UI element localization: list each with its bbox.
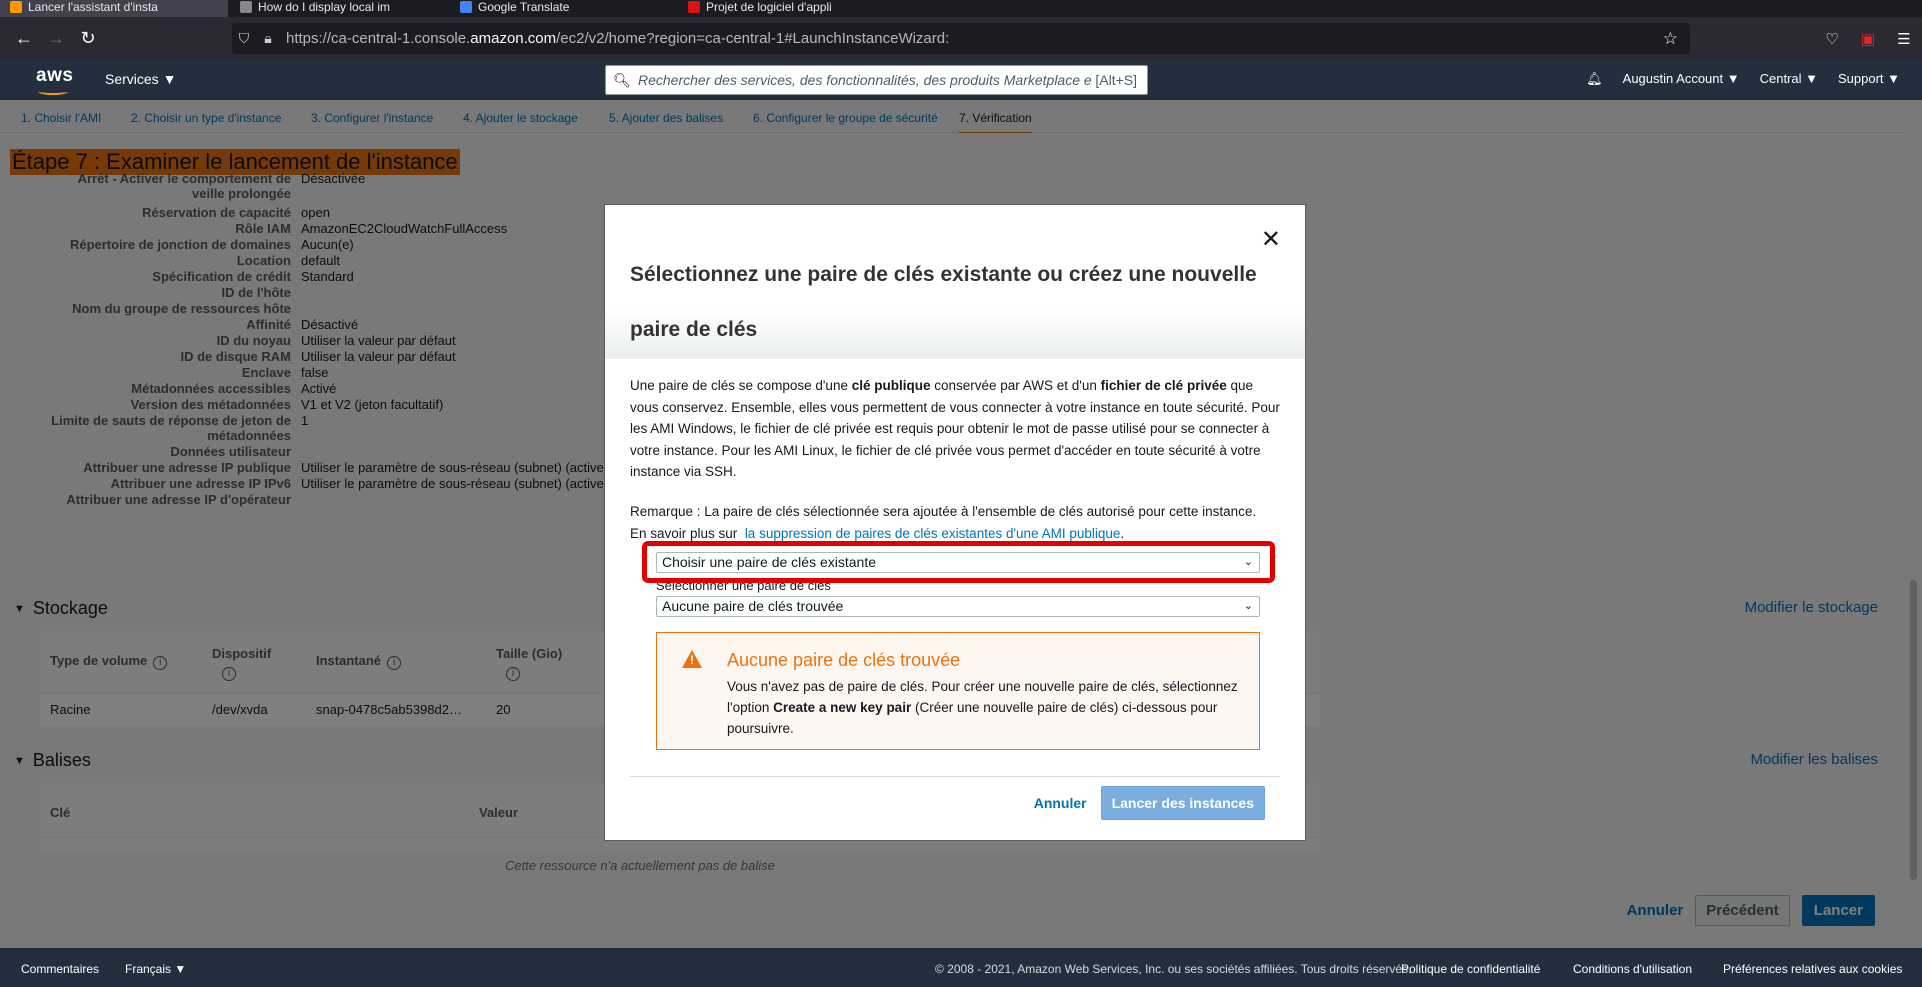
- browser-tabstrip: Lancer l'assistant d'insta How do I disp…: [0, 0, 1922, 17]
- aws-footer: Commentaires Français ▼ © 2008 - 2021, A…: [0, 948, 1922, 987]
- bell-icon[interactable]: 🔔︎: [1586, 71, 1603, 87]
- browser-tab[interactable]: Projet de logiciel d'appli: [688, 0, 928, 17]
- search-input[interactable]: 🔍︎ Rechercher des services, des fonction…: [605, 65, 1148, 95]
- language-selector[interactable]: Français ▼: [125, 962, 186, 976]
- url-text: https://ca-central-1.console.amazon.com/…: [286, 30, 950, 47]
- browser-toolbar-right: ♡ ▣ ☰: [1814, 17, 1922, 60]
- shield-icon[interactable]: ⛉: [232, 30, 256, 47]
- browser-tab-active[interactable]: Lancer l'assistant d'insta: [0, 0, 228, 17]
- key-pair-select[interactable]: Aucune paire de clés trouvée ⌄: [656, 596, 1260, 617]
- key-pair-modal: ✕ Sélectionnez une paire de clés existan…: [604, 204, 1306, 841]
- modal-description: Une paire de clés se compose d'une clé p…: [630, 378, 1280, 479]
- modal-remark: Remarque : La paire de clés sélectionnée…: [630, 504, 1257, 541]
- browser-navbar: ← → ↻ ⛉ 🔒︎ https://ca-central-1.console.…: [0, 17, 1922, 60]
- browser-tab-label: Projet de logiciel d'appli: [706, 0, 832, 14]
- address-bar[interactable]: ⛉ 🔒︎ https://ca-central-1.console.amazon…: [232, 23, 1690, 54]
- modal-title: Sélectionnez une paire de clés existante…: [630, 263, 1257, 341]
- cookie-preferences-link[interactable]: Préférences relatives aux cookies: [1723, 962, 1902, 976]
- learn-more-link[interactable]: la suppression de paires de clés existan…: [745, 526, 1121, 541]
- divider: [630, 776, 1280, 777]
- modal-cancel-button[interactable]: Annuler: [1034, 795, 1087, 811]
- lock-icon[interactable]: 🔒︎: [256, 30, 280, 47]
- search-shortcut: [Alt+S]: [1095, 72, 1137, 88]
- warning-icon: [682, 650, 702, 668]
- back-arrow-icon[interactable]: ←: [8, 28, 40, 49]
- forward-arrow-icon[interactable]: →: [40, 28, 72, 49]
- privacy-link[interactable]: Politique de confidentialité: [1401, 962, 1540, 976]
- browser-tab-label: Lancer l'assistant d'insta: [28, 0, 158, 14]
- support-menu[interactable]: Support ▼: [1838, 71, 1900, 87]
- aws-header: aws Services ▼ 🔍︎ Rechercher des service…: [0, 60, 1922, 100]
- pocket-icon[interactable]: ♡: [1814, 30, 1850, 48]
- no-key-pair-alert: Aucune paire de clés trouvée Vous n'avez…: [656, 632, 1260, 750]
- browser-tab-label: How do I display local im: [258, 0, 391, 14]
- browser-tab[interactable]: How do I display local im: [240, 0, 430, 17]
- feedback-link[interactable]: Commentaires: [21, 962, 99, 976]
- bookmark-star-icon[interactable]: ☆: [1663, 29, 1678, 49]
- reload-icon[interactable]: ↻: [72, 28, 104, 49]
- page-favicon-icon: [240, 0, 252, 13]
- browser-tab[interactable]: Google Translate: [460, 0, 660, 17]
- search-icon: 🔍︎: [613, 71, 631, 88]
- aws-favicon-icon: [10, 0, 22, 13]
- highlight-annotation: [642, 541, 1275, 583]
- alert-body: Vous n'avez pas de paire de clés. Pour c…: [727, 679, 1238, 736]
- chevron-down-icon: ⌄: [1243, 600, 1253, 612]
- terms-link[interactable]: Conditions d'utilisation: [1573, 962, 1692, 976]
- aws-logo[interactable]: aws: [36, 65, 73, 95]
- copyright-text: © 2008 - 2021, Amazon Web Services, Inc.…: [935, 962, 1412, 976]
- translate-favicon-icon: [460, 0, 472, 13]
- alert-title: Aucune paire de clés trouvée: [727, 650, 961, 670]
- modal-actions: Annuler Lancer des instances: [1034, 786, 1265, 820]
- region-menu[interactable]: Central ▼: [1760, 71, 1818, 87]
- aws-header-right: 🔔︎ Augustin Account ▼ Central ▼ Support …: [1586, 71, 1922, 87]
- menu-icon[interactable]: ☰: [1886, 30, 1922, 48]
- launch-instances-button[interactable]: Lancer des instances: [1100, 786, 1265, 820]
- browser-tab-label: Google Translate: [478, 0, 570, 14]
- services-menu-button[interactable]: Services ▼: [105, 71, 176, 87]
- search-placeholder: Rechercher des services, des fonctionnal…: [638, 72, 1092, 88]
- extension-icon[interactable]: ▣: [1850, 30, 1886, 48]
- document-favicon-icon: [688, 0, 700, 13]
- account-menu[interactable]: Augustin Account ▼: [1623, 71, 1740, 87]
